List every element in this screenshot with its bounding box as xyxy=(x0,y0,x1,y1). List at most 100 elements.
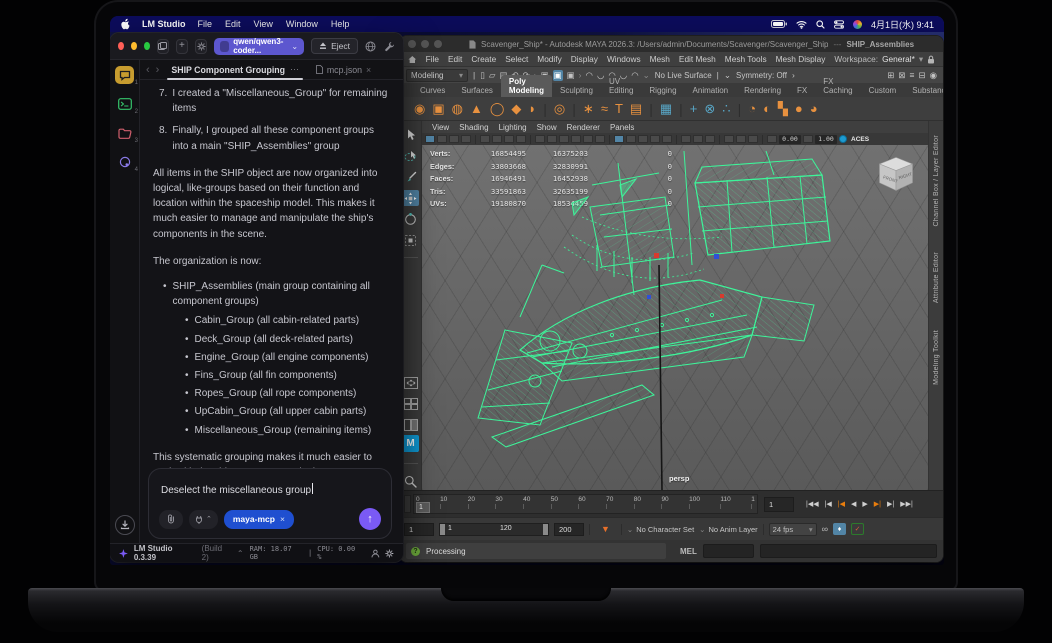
shelf-tab[interactable]: Rigging xyxy=(641,84,684,97)
shaded-icon[interactable] xyxy=(559,135,569,143)
chat-input-value[interactable]: Deselect the miscellaneous group xyxy=(161,485,311,496)
scale-tool-icon[interactable] xyxy=(402,232,419,248)
isolate-select-icon[interactable] xyxy=(681,135,691,143)
viewport-icon[interactable] xyxy=(693,135,703,143)
shelf-tab[interactable]: Rendering xyxy=(736,84,789,97)
playback-button[interactable]: ▶ xyxy=(862,500,867,508)
menu-set-dropdown[interactable]: Modeling ▾ xyxy=(406,68,468,82)
exposure-field[interactable]: 0.00 xyxy=(779,134,801,144)
menubar-item[interactable]: File xyxy=(198,19,213,29)
user-icon[interactable] xyxy=(371,549,380,558)
gamma-field[interactable]: 1.00 xyxy=(815,134,837,144)
gamma-icon[interactable] xyxy=(803,135,813,143)
color-management-icon[interactable] xyxy=(839,135,847,143)
maya-menu-item[interactable]: Windows xyxy=(607,54,641,64)
maya-menu-item[interactable]: Edit Mesh xyxy=(679,54,716,64)
view-cube[interactable]: FRONT RIGHT xyxy=(874,153,918,197)
animation-end-field[interactable]: 200 xyxy=(554,522,584,536)
panels-toggle-icon[interactable] xyxy=(156,38,169,54)
mcp-server-pill[interactable]: maya-mcp × xyxy=(223,509,294,529)
shelf-icon[interactable]: ⊗ xyxy=(704,101,715,117)
maya-menu-item[interactable]: File xyxy=(426,54,439,64)
layout-two-pane-icon[interactable] xyxy=(402,417,419,433)
xray-icon[interactable] xyxy=(662,135,672,143)
tab-chat[interactable]: SHIP Component Grouping ⋯ xyxy=(165,60,305,80)
attach-file-button[interactable] xyxy=(159,509,183,529)
nav-back-icon[interactable]: ‹ xyxy=(146,64,150,76)
loop-icon[interactable]: ∞ xyxy=(822,524,828,534)
playback-button[interactable]: |◀ xyxy=(825,500,832,508)
range-start-handle[interactable] xyxy=(440,523,445,535)
send-button[interactable]: ↑ xyxy=(359,508,381,530)
settings-gear-icon[interactable] xyxy=(385,549,394,558)
animation-start-field[interactable]: 1 xyxy=(404,522,434,536)
colorspace-label[interactable]: ACES xyxy=(849,135,871,144)
zoom-tool-icon[interactable] xyxy=(402,473,419,489)
layout-single-pane-icon[interactable] xyxy=(402,375,419,391)
nav-forward-icon[interactable]: › xyxy=(156,64,160,76)
apple-menu-icon[interactable] xyxy=(120,18,130,30)
control-center-icon[interactable] xyxy=(834,19,844,29)
tab-mcp-json[interactable]: mcp.json × xyxy=(311,65,376,75)
paint-select-tool-icon[interactable] xyxy=(402,169,419,185)
maya-menu-item[interactable]: Select xyxy=(505,54,528,64)
viewport-menu-item[interactable]: Panels xyxy=(610,123,634,132)
viewport-icon[interactable] xyxy=(626,135,636,143)
shelf-icon[interactable]: ◕ xyxy=(810,101,818,116)
shelf-icon[interactable]: ◐ xyxy=(763,101,771,116)
lock-icon[interactable] xyxy=(927,55,935,64)
symmetry-label[interactable]: Symmetry: Off xyxy=(736,71,787,80)
shelf-icon[interactable]: ∴ xyxy=(722,101,730,117)
maya-menu-item[interactable]: Create xyxy=(471,54,496,64)
app-version[interactable]: LM Studio 0.3.39 xyxy=(134,544,196,562)
current-frame-field[interactable]: 1 xyxy=(764,496,794,512)
shelf-icon[interactable]: ∗ xyxy=(583,101,594,117)
shelf-icon[interactable]: ◔ xyxy=(748,101,756,116)
shelf-tab[interactable]: Animation xyxy=(685,84,737,97)
exposure-icon[interactable] xyxy=(767,135,777,143)
auto-keyframe-toggle[interactable]: ♦ xyxy=(833,523,847,535)
settings-gear-icon[interactable] xyxy=(194,38,208,54)
workspace-value[interactable]: General* xyxy=(882,54,915,64)
shelf-icon[interactable]: ◆ xyxy=(511,101,521,117)
shelf-icon[interactable]: ▣ xyxy=(432,101,444,117)
viewport-icon[interactable] xyxy=(492,135,502,143)
editor-sidebar-tab[interactable]: Modeling Toolkit xyxy=(933,330,940,385)
anim-layer-dropdown[interactable]: ⌄ No Anim Layer xyxy=(699,525,758,534)
shelf-icon[interactable]: ◯ xyxy=(490,101,505,117)
select-camera-icon[interactable] xyxy=(425,135,435,143)
wireframe-icon[interactable] xyxy=(547,135,557,143)
playback-button[interactable]: ▶| xyxy=(887,500,894,508)
viewport-icon[interactable] xyxy=(516,135,526,143)
zoom-button[interactable] xyxy=(143,42,150,50)
playback-button[interactable]: ▶▶| xyxy=(900,500,913,508)
home-icon[interactable] xyxy=(408,55,417,64)
viewport-menu-item[interactable]: Lighting xyxy=(499,123,527,132)
shelf-icon[interactable]: ◎ xyxy=(554,101,565,117)
editor-sidebar-tab[interactable]: Attribute Editor xyxy=(933,252,940,303)
shelf-icon[interactable]: | xyxy=(543,101,547,117)
sidebar-my-models-button[interactable]: 3 xyxy=(115,124,138,144)
shelf-tab[interactable]: Surfaces xyxy=(453,84,501,97)
chat-transcript[interactable]: 7. I created a "Miscellaneous_Group" for … xyxy=(140,80,403,468)
wifi-icon[interactable] xyxy=(796,20,807,29)
viewport-icon[interactable] xyxy=(480,135,490,143)
shelf-icon[interactable]: ● xyxy=(795,101,803,116)
statusline-icon[interactable]: ◉ xyxy=(930,70,937,81)
timeline-ruler[interactable]: 0 10 20 30 40 50 60 70 80 90 100 110 1 1 xyxy=(413,494,758,514)
move-tool-icon[interactable] xyxy=(402,190,419,206)
viewport-icon[interactable] xyxy=(724,135,734,143)
maya-menu-item[interactable]: Edit xyxy=(448,54,462,64)
shelf-tab[interactable]: FX xyxy=(789,84,815,97)
maya-menu-item[interactable]: Mesh Display xyxy=(776,54,826,64)
select-tool-icon[interactable] xyxy=(402,127,419,143)
shelf-tab[interactable]: Custom xyxy=(861,84,905,97)
statusline-icon[interactable]: ⊞ xyxy=(887,70,894,81)
symmetry-dropdown-icon[interactable]: ⌄ xyxy=(724,70,731,81)
viewport-icon[interactable] xyxy=(748,135,758,143)
viewport-menu-item[interactable]: Renderer xyxy=(567,123,600,132)
statusline-icon[interactable]: ▣ xyxy=(567,70,575,81)
viewport-icon[interactable] xyxy=(736,135,746,143)
close-button[interactable] xyxy=(118,42,124,50)
shelf-icon[interactable]: ≈ xyxy=(601,101,608,116)
